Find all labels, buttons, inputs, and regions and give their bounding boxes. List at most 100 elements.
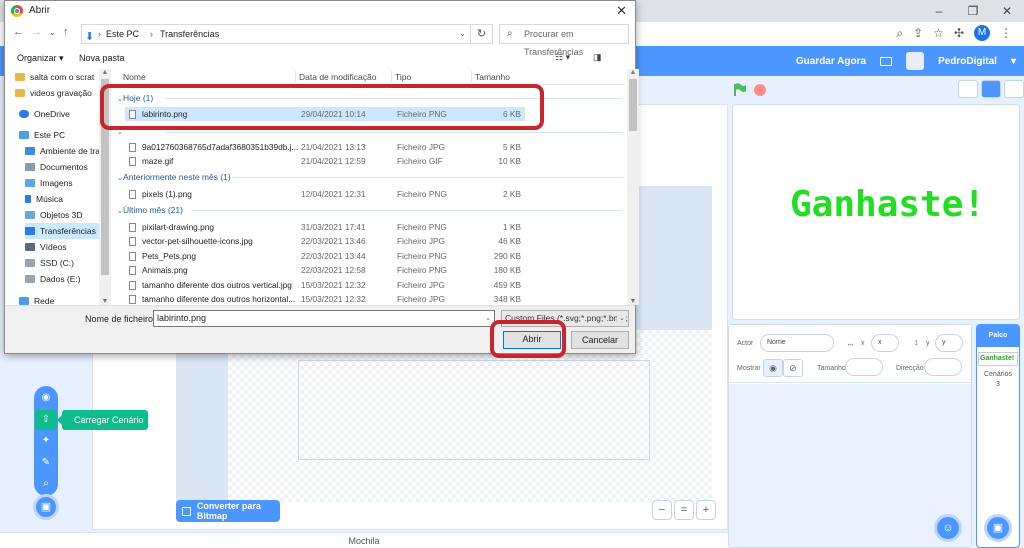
size-input[interactable] bbox=[845, 358, 883, 376]
backpack-bar[interactable]: Mochila bbox=[0, 532, 728, 548]
file-row[interactable]: Animais.png 22/03/2021 12:58 Ficheiro PN… bbox=[125, 263, 525, 277]
scroll-down-icon[interactable]: ▼ bbox=[627, 298, 639, 305]
surprise-icon[interactable]: ✦ bbox=[40, 435, 52, 447]
nav-item-onedrive[interactable]: OneDrive bbox=[19, 106, 111, 122]
close-icon[interactable]: ✕ bbox=[616, 3, 627, 19]
star-icon[interactable]: ☆ bbox=[933, 26, 944, 40]
choose-backdrop-button[interactable]: ▣ bbox=[33, 494, 59, 520]
filename-input[interactable]: labirinto.png ⌄ bbox=[153, 310, 495, 327]
column-separator[interactable] bbox=[471, 71, 472, 83]
file-row[interactable]: tamanho diferente dos outros vertical.jp… bbox=[125, 278, 525, 292]
x-input[interactable]: x bbox=[871, 334, 899, 352]
camera-icon[interactable]: ◉ bbox=[40, 392, 52, 404]
zoom-reset-button[interactable]: = bbox=[674, 500, 694, 520]
choose-sprite-button[interactable]: ☺ bbox=[934, 514, 962, 542]
column-separator[interactable] bbox=[391, 71, 392, 83]
scroll-up-icon[interactable]: ▲ bbox=[99, 69, 111, 76]
breadcrumb-este-pc[interactable]: Este PC bbox=[106, 25, 139, 43]
search-icon[interactable]: ⌕ bbox=[40, 478, 52, 490]
file-date: 12/04/2021 12:31 bbox=[301, 189, 366, 199]
organize-menu[interactable]: Organizar ▾ bbox=[17, 53, 64, 64]
view-options-icon[interactable]: ☷ ▾ bbox=[555, 52, 570, 63]
folder-icon bbox=[15, 89, 25, 97]
column-date[interactable]: Data de modificação bbox=[299, 72, 377, 82]
y-arrow-icon: ↕ bbox=[914, 337, 919, 347]
file-size: 10 KB bbox=[498, 156, 521, 166]
collapse-chevron-icon[interactable]: ⌄ bbox=[117, 174, 123, 182]
username-menu[interactable]: PedroDigital bbox=[938, 56, 997, 67]
zoom-out-button[interactable]: − bbox=[652, 500, 672, 520]
file-list-scrollbar[interactable]: ▲ ▼ bbox=[627, 69, 639, 305]
nav-item-this-pc[interactable]: Este PC bbox=[19, 127, 111, 143]
nav-item-label: Dados (E:) bbox=[40, 274, 81, 284]
scroll-down-icon[interactable]: ▼ bbox=[99, 298, 111, 305]
up-arrow-icon[interactable]: ↑ bbox=[63, 26, 69, 38]
column-name[interactable]: Nome bbox=[123, 72, 146, 82]
sprite-name-input[interactable]: Nome bbox=[760, 334, 834, 352]
music-icon bbox=[25, 195, 31, 203]
scrollbar-thumb[interactable] bbox=[629, 79, 637, 131]
recent-chevron-icon[interactable]: ⌄ bbox=[49, 28, 56, 37]
small-stage-button[interactable] bbox=[958, 80, 978, 98]
preview-pane-icon[interactable]: ◨ bbox=[593, 52, 602, 63]
file-row[interactable]: tamanho diferente dos outros horizontal.… bbox=[125, 292, 525, 306]
file-size: 459 KB bbox=[493, 280, 521, 290]
convert-to-bitmap-button[interactable]: Converter para Bitmap bbox=[176, 500, 280, 522]
share-icon[interactable]: ⇪ bbox=[913, 26, 923, 40]
restore-button[interactable]: ❐ bbox=[956, 0, 990, 22]
nav-item-label: Este PC bbox=[34, 130, 66, 140]
forward-arrow-icon[interactable]: → bbox=[31, 26, 42, 38]
breadcrumb-transferencias[interactable]: Transferências bbox=[160, 25, 219, 43]
file-row[interactable]: pixilart-drawing.png 31/03/2021 17:41 Fi… bbox=[125, 220, 525, 234]
address-bar[interactable]: ⬇ › Este PC › Transferências ⌄ bbox=[81, 24, 471, 44]
close-window-button[interactable]: ✕ bbox=[990, 0, 1024, 22]
show-visible-icon[interactable]: ◉ bbox=[763, 359, 783, 377]
back-arrow-icon[interactable]: ← bbox=[13, 26, 24, 38]
file-row[interactable]: vector-pet-silhouette-icons.jpg 22/03/20… bbox=[125, 234, 525, 248]
file-row[interactable]: Pets_Pets.png 22/03/2021 13:44 Ficheiro … bbox=[125, 249, 525, 263]
chevron-down-icon[interactable]: ⌄ bbox=[459, 25, 466, 43]
file-row[interactable]: 9a012760368765d7adaf3680351b39db.j... 21… bbox=[125, 140, 525, 154]
show-hidden-icon[interactable]: ⊘ bbox=[783, 359, 803, 377]
stage-text-ganhaste: Ganhaste! bbox=[790, 184, 986, 225]
menu-kebab-icon[interactable]: ⋮ bbox=[1000, 26, 1012, 40]
file-row[interactable]: maze.gif 21/04/2021 12:59 Ficheiro GIF 1… bbox=[125, 154, 525, 168]
upload-backdrop-tooltip: Carregar Cenário bbox=[57, 410, 148, 430]
zoom-icon[interactable]: ⌕ bbox=[896, 26, 903, 41]
group-header-earlier-this-month[interactable]: Anteriormente neste mês (1) bbox=[123, 172, 231, 182]
paint-brush-icon[interactable]: ✎ bbox=[40, 457, 52, 469]
search-input[interactable]: ⌕ Procurar em Transferências bbox=[499, 24, 629, 57]
refresh-button[interactable]: ↻ bbox=[471, 24, 493, 44]
file-row[interactable]: pixels (1).png 12/04/2021 12:31 Ficheiro… bbox=[125, 187, 525, 201]
collapse-chevron-icon[interactable]: ⌄ bbox=[117, 207, 123, 215]
save-now-button[interactable]: Guardar Agora bbox=[796, 56, 866, 67]
extensions-icon[interactable]: ✣ bbox=[954, 26, 964, 40]
column-size[interactable]: Tamanho bbox=[475, 72, 510, 82]
column-separator[interactable] bbox=[295, 71, 296, 83]
zoom-in-button[interactable]: + bbox=[696, 500, 716, 520]
chevron-down-icon[interactable]: ▾ bbox=[1011, 56, 1016, 67]
group-header-last-month[interactable]: Último mês (21) bbox=[123, 205, 183, 215]
normal-stage-button[interactable] bbox=[981, 80, 1001, 98]
user-avatar[interactable] bbox=[906, 52, 925, 70]
scroll-up-icon[interactable]: ▲ bbox=[627, 69, 639, 76]
folder-icon[interactable] bbox=[880, 56, 893, 66]
file-name: Pets_Pets.png bbox=[142, 251, 196, 261]
stage-thumbnail[interactable]: Ganhaste! bbox=[978, 352, 1018, 366]
direction-input[interactable] bbox=[924, 358, 962, 376]
profile-avatar[interactable]: M bbox=[974, 25, 990, 41]
minimize-button[interactable]: – bbox=[922, 0, 956, 22]
choose-stage-backdrop-button[interactable]: ▣ bbox=[984, 514, 1012, 542]
fullscreen-button[interactable] bbox=[1004, 80, 1024, 98]
new-folder-button[interactable]: Nova pasta bbox=[79, 53, 125, 63]
y-input[interactable]: y bbox=[935, 334, 963, 352]
cancel-button[interactable]: Cancelar bbox=[571, 331, 629, 349]
chevron-down-icon[interactable]: ⌄ bbox=[617, 311, 625, 326]
stop-icon[interactable] bbox=[754, 84, 766, 96]
green-flag-icon[interactable] bbox=[733, 83, 747, 96]
nav-item-folder[interactable]: salta com o scrat bbox=[15, 69, 111, 85]
column-type[interactable]: Tipo bbox=[395, 72, 411, 82]
nav-item-folder[interactable]: videos gravação bbox=[15, 85, 111, 101]
file-name: tamanho diferente dos outros vertical.jp… bbox=[142, 280, 292, 290]
nav-item-network[interactable]: Rede bbox=[19, 293, 111, 305]
